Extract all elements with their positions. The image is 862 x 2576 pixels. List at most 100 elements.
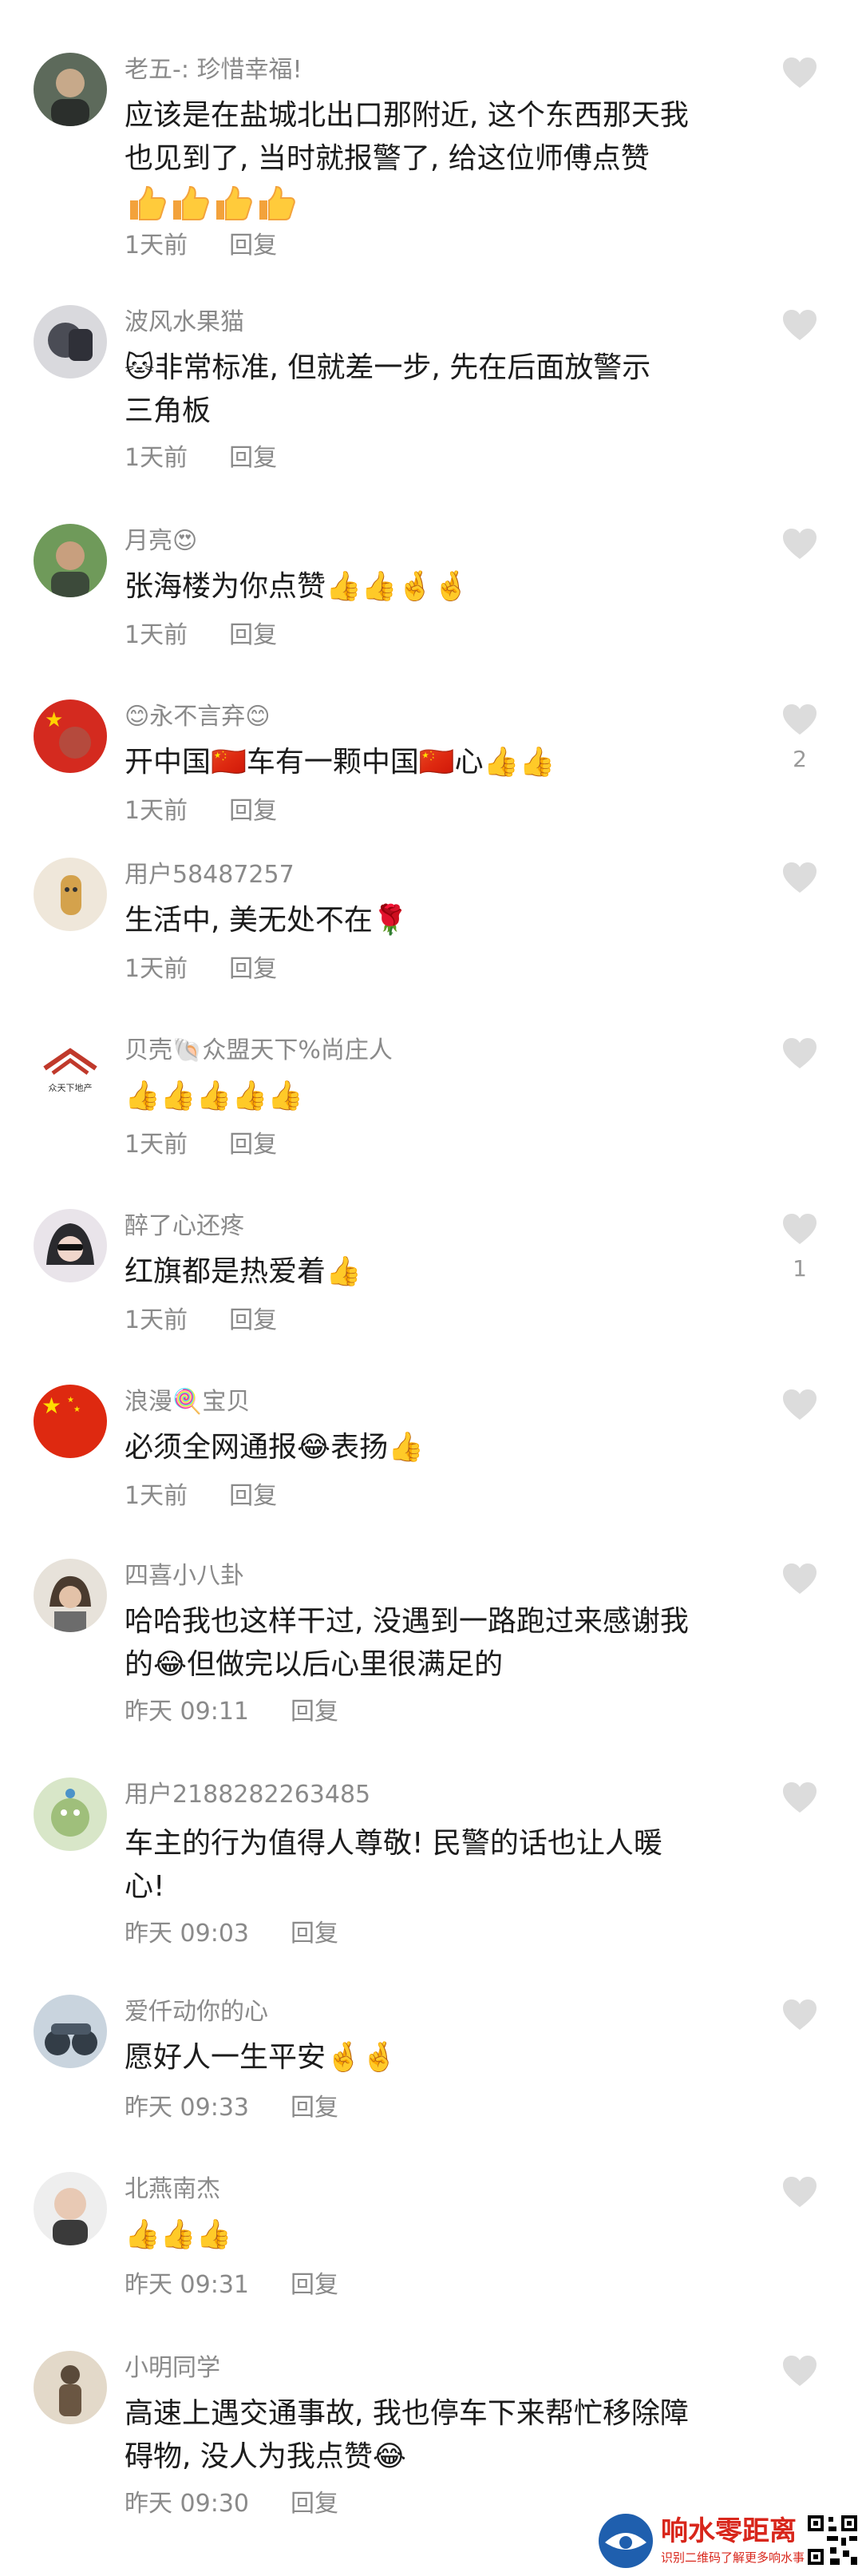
comment-meta: 昨天 09:03 回复 — [125, 1918, 338, 1950]
avatar[interactable] — [34, 1559, 107, 1632]
comment-username[interactable]: 波风水果猫 — [125, 307, 244, 339]
comment-text: 应该是在盐城北出口那附近, 这个东西那天我 也见到了, 当时就报警了, 给这位师… — [125, 94, 755, 224]
thumbs-up-icon — [212, 184, 253, 221]
comment-username[interactable]: 月亮😍 — [125, 525, 197, 557]
reply-button[interactable]: 回复 — [291, 2094, 338, 2122]
reply-button[interactable]: 回复 — [229, 1131, 277, 1159]
comment-time: 1天前 — [125, 1306, 188, 1334]
comment-text-line: 生活中, 美无处不在🌹 — [125, 904, 409, 937]
comment-username[interactable]: 小明同学 — [125, 2352, 220, 2384]
reply-button[interactable]: 回复 — [229, 797, 277, 825]
comment-username[interactable]: 用户58487257 — [125, 859, 295, 891]
comment-username[interactable]: 四喜小八卦 — [125, 1560, 244, 1592]
heart-icon — [783, 1563, 817, 1594]
comment-meta: 昨天 09:33 回复 — [125, 2092, 338, 2124]
reply-button[interactable]: 回复 — [229, 621, 277, 649]
like-button[interactable]: 2 — [768, 703, 832, 771]
svg-text:★: ★ — [73, 1405, 81, 1414]
comment-time: 1天前 — [125, 444, 188, 472]
avatar[interactable]: 众天下地产 — [34, 1033, 107, 1107]
comment-username[interactable]: 用户2188282263485 — [125, 1779, 370, 1811]
reply-button[interactable]: 回复 — [291, 1698, 338, 1726]
like-button[interactable] — [768, 308, 832, 353]
svg-text:★: ★ — [45, 708, 63, 732]
avatar[interactable] — [34, 524, 107, 597]
like-button[interactable] — [768, 861, 832, 906]
like-button[interactable] — [768, 2354, 832, 2399]
thumbs-up-icon — [125, 184, 167, 221]
like-button[interactable] — [768, 1036, 832, 1081]
comment-text: 愿好人一生平安🤞🤞 — [125, 2036, 755, 2079]
like-button[interactable] — [768, 1562, 832, 1607]
comment-time: 1天前 — [125, 621, 188, 649]
comment-text-line: 碍物, 没人为我点赞😂 — [125, 2440, 406, 2473]
comment-username[interactable]: 😊永不言弃😊 — [125, 701, 271, 733]
comment-meta: 昨天 09:11 回复 — [125, 1696, 338, 1728]
comment-time: 1天前 — [125, 232, 188, 260]
comment-text-line: 高速上遇交通事故, 我也停车下来帮忙移除障 — [125, 2397, 689, 2430]
reply-button[interactable]: 回复 — [229, 1306, 277, 1334]
qr-code-icon[interactable] — [805, 2512, 860, 2568]
comment-meta: 1天前 回复 — [125, 1480, 277, 1512]
heart-icon — [783, 310, 817, 340]
shell-logo-text: 众天下地产 — [49, 1082, 93, 1093]
heart-icon — [783, 1999, 817, 2030]
comment-meta: 1天前 回复 — [125, 953, 277, 985]
comment-text: 张海楼为你点赞👍👍🤞🤞 — [125, 565, 755, 608]
comment-text-line: 红旗都是热爱着👍 — [125, 1255, 362, 1288]
avatar[interactable] — [34, 1209, 107, 1282]
comment-username[interactable]: 老五-: 珍惜幸福! — [125, 54, 302, 86]
comment-meta: 1天前 回复 — [125, 442, 277, 474]
reply-button[interactable]: 回复 — [291, 2490, 338, 2518]
comment-text-line: 👍👍👍 — [125, 2218, 232, 2251]
like-count: 1 — [793, 1255, 807, 1282]
comment-text-line: 哈哈我也这样干过, 没遇到一路跑过来感谢我 — [125, 1605, 689, 1638]
avatar[interactable] — [34, 305, 107, 378]
comment-username[interactable]: 北燕南杰 — [125, 2174, 220, 2205]
like-button[interactable] — [768, 527, 832, 572]
heart-icon — [783, 1782, 817, 1813]
comment-time: 昨天 09:11 — [125, 1698, 249, 1726]
comment-meta: 1天前 回复 — [125, 620, 277, 652]
comment-text-line: 车主的行为值得人尊敬! 民警的话也让人暖 — [125, 1827, 662, 1860]
comment-username[interactable]: 醉了心还疼 — [125, 1211, 244, 1242]
heart-icon — [783, 862, 817, 893]
avatar[interactable] — [34, 858, 107, 931]
comment-text-line: 心! — [125, 1870, 165, 1903]
comment-text: 🐱非常标准, 但就差一步, 先在后面放警示 三角板 — [125, 347, 755, 433]
reply-button[interactable]: 回复 — [291, 2271, 338, 2299]
heart-icon — [783, 1038, 817, 1068]
like-button[interactable] — [768, 1998, 832, 2043]
avatar[interactable] — [34, 2351, 107, 2424]
like-button[interactable] — [768, 2175, 832, 2220]
comment-meta: 昨天 09:31 回复 — [125, 2269, 338, 2301]
comment-text-line — [125, 180, 755, 224]
watermark-subtitle: 识别二维码了解更多响水事 — [661, 2550, 805, 2565]
avatar[interactable] — [34, 1995, 107, 2068]
like-button[interactable] — [768, 1781, 832, 1825]
reply-button[interactable]: 回复 — [229, 232, 277, 260]
comment-text: 开中国🇨🇳车有一颗中国🇨🇳心👍👍 — [125, 741, 755, 784]
avatar[interactable]: ★ ★ ★ — [34, 1385, 107, 1458]
avatar[interactable] — [34, 53, 107, 126]
reply-button[interactable]: 回复 — [229, 955, 277, 983]
reply-button[interactable]: 回复 — [291, 1920, 338, 1948]
reply-button[interactable]: 回复 — [229, 1482, 277, 1510]
avatar[interactable]: ★ — [34, 699, 107, 773]
like-button[interactable] — [768, 56, 832, 101]
avatar[interactable] — [34, 1777, 107, 1851]
comment-time: 昨天 09:03 — [125, 1920, 249, 1948]
like-button[interactable]: 1 — [768, 1212, 832, 1281]
watermark-logo-icon — [599, 2514, 653, 2568]
comment-time: 1天前 — [125, 1482, 188, 1510]
comment-text: 必须全网通报😂表扬👍 — [125, 1426, 755, 1469]
comment-username[interactable]: 贝壳🐚众盟天下%尚庄人 — [125, 1035, 393, 1067]
comment-text-line: 的😂但做完以后心里很满足的 — [125, 1648, 504, 1681]
reply-button[interactable]: 回复 — [229, 444, 277, 472]
like-button[interactable] — [768, 1388, 832, 1433]
comment-text-line: 🐱非常标准, 但就差一步, 先在后面放警示 — [125, 351, 651, 384]
comment-username[interactable]: 浪漫🍭宝贝 — [125, 1386, 250, 1418]
comment-time: 昨天 09:30 — [125, 2490, 249, 2518]
avatar[interactable] — [34, 2172, 107, 2245]
comment-username[interactable]: 爱仟动你的心 — [125, 1996, 268, 2028]
